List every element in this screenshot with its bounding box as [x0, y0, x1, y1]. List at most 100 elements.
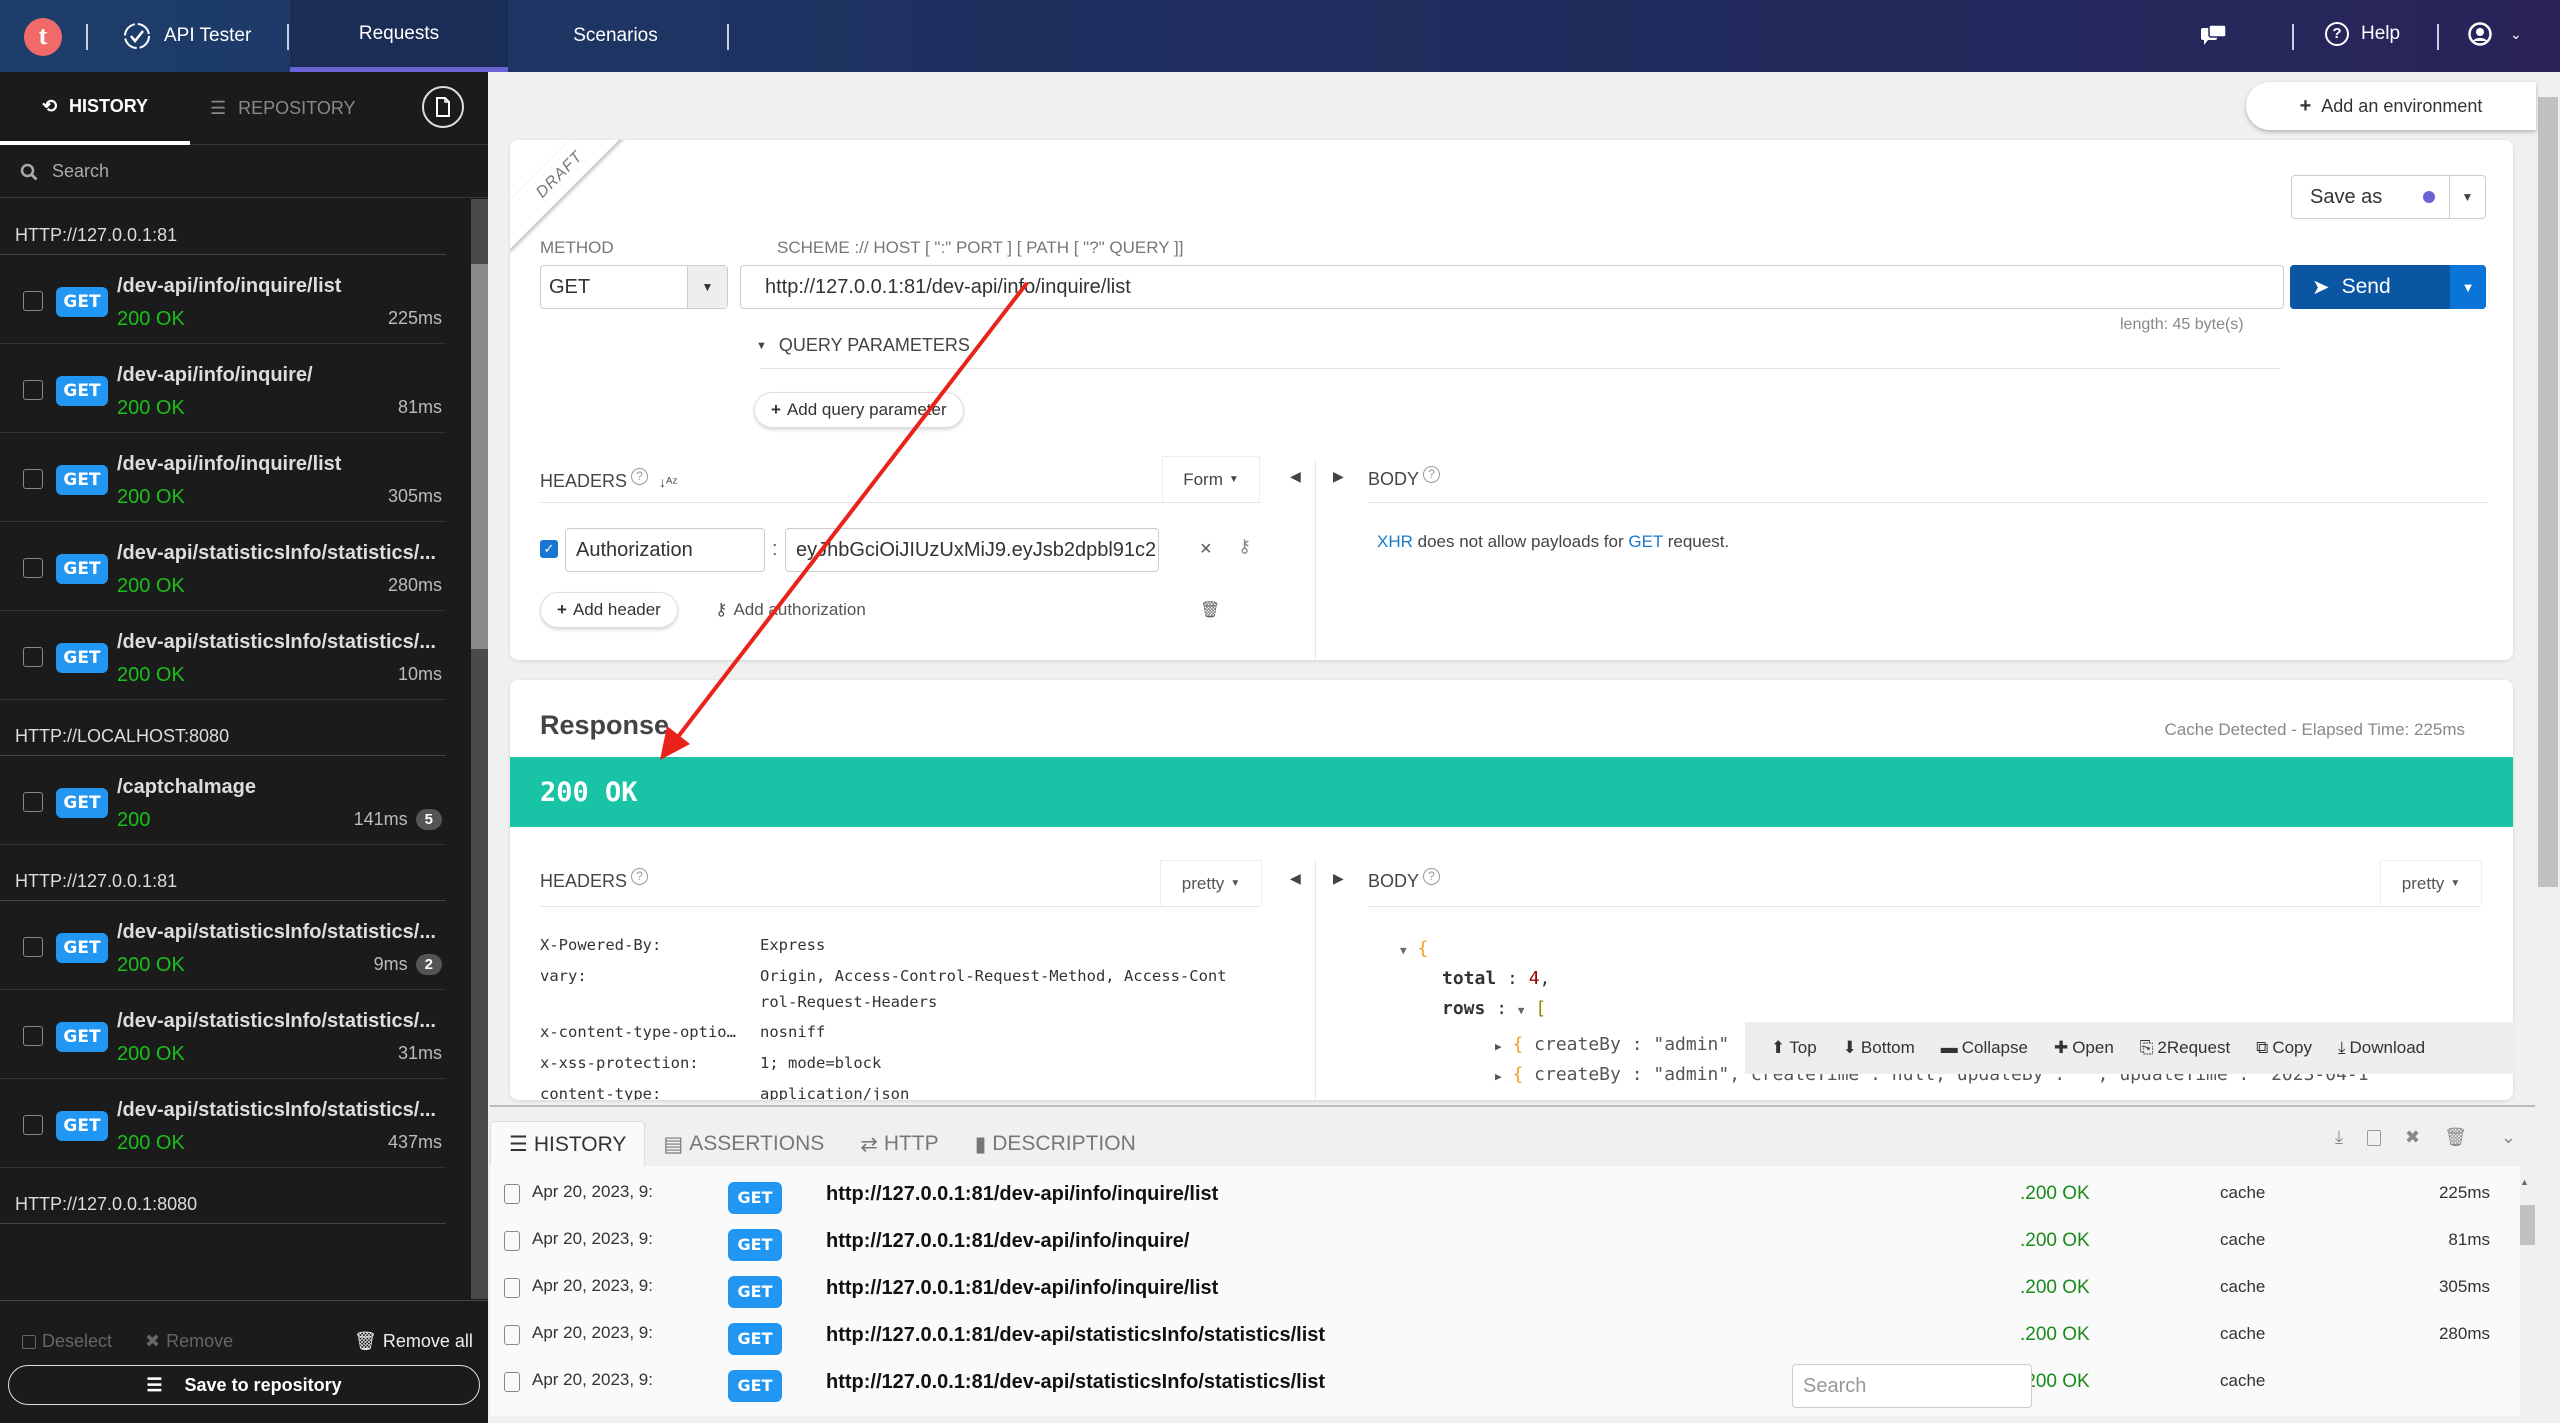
header-value-input[interactable]: eyJhbGciOiJIUzUxMiJ9.eyJsb2dpbl91c2	[785, 528, 1159, 572]
history-item[interactable]: GET/dev-api/info/inquire/list 200 OK 225ms	[0, 255, 446, 344]
help-icon[interactable]: ?	[1423, 466, 1441, 483]
sidebar-tab-history[interactable]: ⟲ HISTORY	[0, 72, 190, 145]
download-button[interactable]: ⤓ Download	[2338, 1038, 2425, 1058]
chat-icon[interactable]	[2200, 24, 2228, 53]
scrollbar-thumb[interactable]	[2520, 1205, 2535, 1245]
history-log-row[interactable]: Apr 20, 2023, 9:59:2 GET http://127.0.0.1:…	[490, 1266, 2490, 1313]
history-item-checkbox[interactable]	[23, 1026, 43, 1046]
json-rows[interactable]: rows : ▼ [	[1442, 998, 1546, 1019]
history-item-checkbox[interactable]	[23, 291, 43, 311]
download-icon[interactable]: ⤓	[2335, 1127, 2343, 1148]
deselect-button[interactable]: Deselect	[22, 1331, 112, 1352]
top-button[interactable]: ⬆ Top	[1771, 1038, 1817, 1058]
history-item[interactable]: GET/dev-api/statisticsInfo/statistics/..…	[0, 522, 446, 611]
main-scrollbar[interactable]	[2535, 72, 2560, 1102]
add-authorization-button[interactable]: ⚷ Add authorization	[715, 600, 866, 620]
row-url[interactable]: http://127.0.0.1:81/dev-api/info/inquire…	[826, 1230, 1189, 1253]
url-input[interactable]: http://127.0.0.1:81/dev-api/info/inquire…	[740, 265, 2284, 309]
open-button[interactable]: ✚ Open	[2054, 1038, 2114, 1058]
history-item[interactable]: GET/dev-api/statisticsInfo/statistics/..…	[0, 901, 446, 990]
remove-button[interactable]: ✖ Remove	[145, 1331, 233, 1352]
new-document-button[interactable]	[422, 86, 464, 128]
save-options-dropdown[interactable]: ▼	[2449, 176, 2485, 218]
header-enabled-checkbox[interactable]: ✓	[540, 540, 558, 558]
response-headers-mode-select[interactable]: pretty ▼	[1160, 860, 1262, 906]
history-log-row[interactable]: Apr 20, 2023, 9:59:4 GET http://127.0.0.1:…	[490, 1219, 2490, 1266]
sort-az-icon[interactable]: ↓ᴬᶻ	[659, 474, 677, 490]
bottom-tab-http[interactable]: ⇄ HTTP	[842, 1121, 956, 1167]
response-body-mode-select[interactable]: pretty ▼	[2380, 860, 2482, 906]
add-environment-button[interactable]: + Add an environment	[2246, 82, 2536, 130]
bottom-scrollbar[interactable]: ▲	[2520, 1177, 2535, 1417]
history-item[interactable]: GET/dev-api/statisticsInfo/statistics/..…	[0, 611, 446, 700]
send-options-dropdown[interactable]: ▼	[2450, 265, 2486, 309]
app-logo[interactable]: t	[24, 18, 62, 56]
history-item-checkbox[interactable]	[23, 647, 43, 667]
history-item-checkbox[interactable]	[23, 1115, 43, 1135]
row-checkbox[interactable]	[504, 1372, 520, 1392]
history-item-checkbox[interactable]	[23, 792, 43, 812]
select-all-icon[interactable]	[2366, 1129, 2381, 1146]
history-item[interactable]: GET/dev-api/statisticsInfo/statistics/..…	[0, 1079, 446, 1168]
chevron-down-icon[interactable]: ▼	[687, 266, 727, 308]
row-checkbox[interactable]	[504, 1231, 520, 1251]
json-root-open[interactable]: ▼ {	[1400, 938, 1428, 959]
trash-icon[interactable]: 🗑	[2444, 1127, 2467, 1148]
scroll-up-icon[interactable]: ▲	[2520, 1177, 2529, 1187]
sidebar-tab-repository[interactable]: ☰ REPOSITORY	[210, 72, 380, 145]
expand-right-button[interactable]: ▶	[1333, 870, 1344, 887]
history-item-checkbox[interactable]	[23, 558, 43, 578]
save-to-repository-button[interactable]: ☰ Save to repository	[8, 1365, 480, 1405]
row-url[interactable]: http://127.0.0.1:81/dev-api/info/inquire…	[826, 1277, 1218, 1300]
help-icon[interactable]: ?	[1423, 868, 1441, 885]
history-item[interactable]: GET/captchaImage 200 141ms 5	[0, 756, 446, 845]
history-item[interactable]	[0, 1224, 446, 1299]
xhr-link[interactable]: XHR	[1377, 532, 1413, 551]
history-log-row[interactable]: Apr 20, 2023, 9:58:0 GET http://127.0.0.1:…	[490, 1313, 2490, 1360]
history-item[interactable]: GET/dev-api/statisticsInfo/statistics/..…	[0, 990, 446, 1079]
scrollbar-thumb[interactable]	[2538, 97, 2558, 887]
user-menu[interactable]: ⌄	[2468, 22, 2522, 46]
send-button[interactable]: ➤ Send ▼	[2290, 265, 2486, 309]
header-name-input[interactable]: Authorization	[565, 528, 765, 572]
query-params-toggle[interactable]: ▼ QUERY PARAMETERS	[756, 335, 970, 356]
row-checkbox[interactable]	[504, 1325, 520, 1345]
json-row-item[interactable]: ▶ { createBy : "admin"	[1495, 1034, 1729, 1055]
row-url[interactable]: http://127.0.0.1:81/dev-api/statisticsIn…	[826, 1324, 1325, 1347]
scrollbar-thumb[interactable]	[471, 264, 488, 649]
history-item-checkbox[interactable]	[23, 380, 43, 400]
history-item-checkbox[interactable]	[23, 469, 43, 489]
bottom-tab-history[interactable]: ☰ HISTORY	[490, 1121, 646, 1167]
app-switcher[interactable]: API Tester	[122, 20, 251, 52]
bottom-search-input[interactable]: Search	[1792, 1364, 2032, 1408]
history-log-row[interactable]: Apr 20, 2023, 9:59:5 GET http://127.0.0.1:…	[490, 1172, 2490, 1219]
history-log-row[interactable]: Apr 20, 2023, 9:56:5 GET http://127.0.0.1:…	[490, 1360, 2490, 1407]
remove-header-icon[interactable]: ×	[1200, 538, 1212, 561]
tab-requests[interactable]: Requests	[290, 0, 508, 72]
method-select[interactable]: GET ▼	[540, 265, 728, 309]
key-icon[interactable]: ⚷	[1238, 536, 1251, 557]
history-item[interactable]: GET/dev-api/info/inquire/200 OK 81ms	[0, 344, 446, 433]
copy-button[interactable]: ⧉ Copy	[2256, 1038, 2312, 1058]
to-request-button[interactable]: ⎘ 2Request	[2140, 1038, 2230, 1058]
sidebar-search[interactable]: Search	[0, 146, 488, 198]
close-icon[interactable]: ✖	[2405, 1127, 2420, 1148]
add-query-parameter-button[interactable]: + Add query parameter	[754, 392, 964, 428]
history-item-checkbox[interactable]	[23, 937, 43, 957]
bottom-tab-description[interactable]: ▮ DESCRIPTION	[957, 1121, 1154, 1167]
help-button[interactable]: ? Help	[2325, 22, 2400, 46]
help-icon[interactable]: ?	[631, 468, 649, 485]
row-checkbox[interactable]	[504, 1278, 520, 1298]
row-url[interactable]: http://127.0.0.1:81/dev-api/info/inquire…	[826, 1183, 1218, 1206]
expand-right-button[interactable]: ▶	[1333, 468, 1344, 485]
row-checkbox[interactable]	[504, 1184, 520, 1204]
tab-scenarios[interactable]: Scenarios	[508, 0, 723, 72]
add-header-button[interactable]: + Add header	[540, 592, 678, 628]
help-icon[interactable]: ?	[631, 868, 649, 885]
bottom-tab-assertions[interactable]: ▤ ASSERTIONS	[645, 1121, 842, 1167]
get-link[interactable]: GET	[1628, 532, 1663, 551]
row-url[interactable]: http://127.0.0.1:81/dev-api/statisticsIn…	[826, 1371, 1325, 1394]
collapse-left-button[interactable]: ◀	[1290, 468, 1301, 485]
save-as-button[interactable]: Save as ▼	[2291, 175, 2486, 219]
remove-all-button[interactable]: 🗑 Remove all	[354, 1331, 473, 1352]
